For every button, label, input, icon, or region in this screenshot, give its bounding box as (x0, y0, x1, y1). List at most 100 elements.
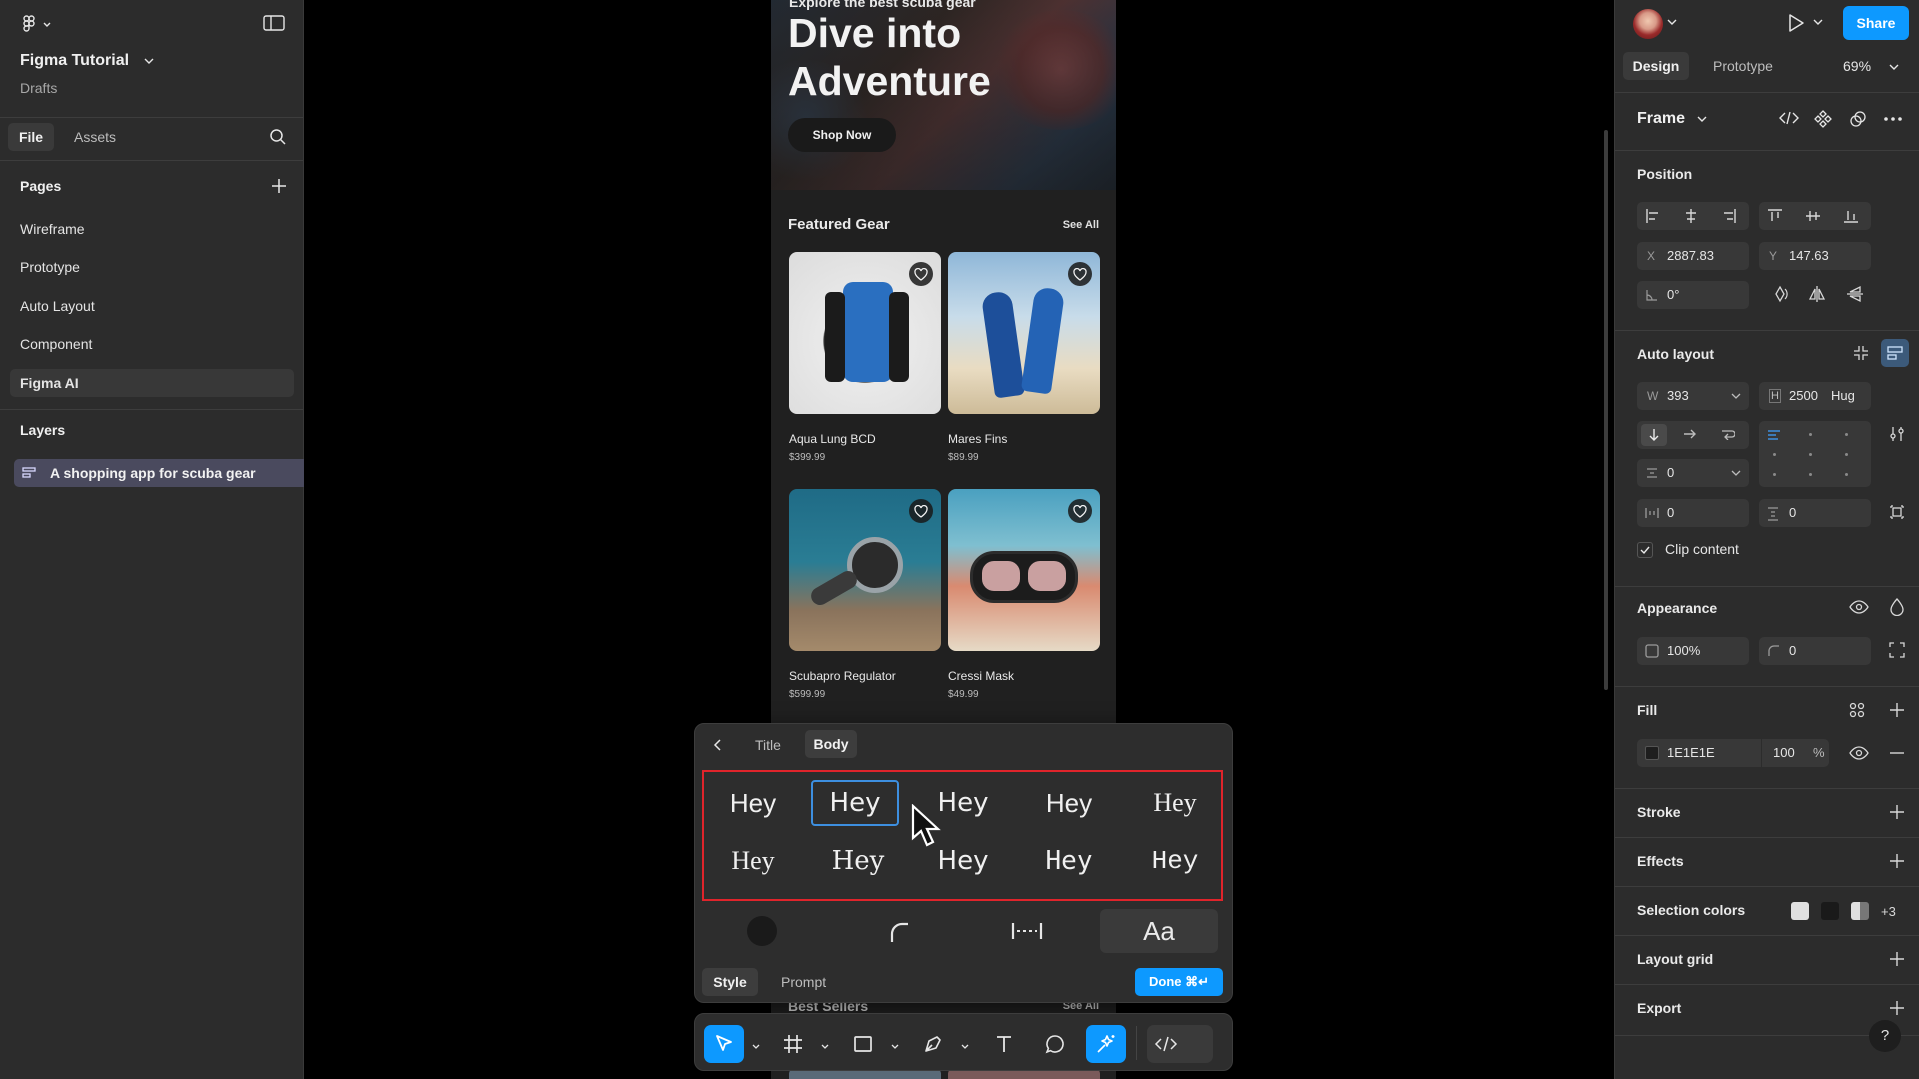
figma-menu-icon[interactable] (18, 12, 58, 36)
tab-body[interactable]: Body (805, 730, 857, 758)
wrap-icon[interactable] (1721, 428, 1735, 440)
y-position-field[interactable]: Y 147.63 (1759, 242, 1871, 270)
chevron-down-icon[interactable] (1813, 18, 1823, 26)
prompt-tab[interactable]: Prompt (781, 968, 826, 996)
favorite-icon[interactable] (1068, 499, 1092, 523)
gap-field[interactable]: 0 (1637, 459, 1749, 487)
collapse-icon[interactable] (1853, 345, 1869, 361)
flip-horizontal-icon[interactable] (1808, 285, 1826, 303)
width-field[interactable]: W 393 (1637, 382, 1749, 410)
product-image-mask[interactable] (948, 489, 1100, 651)
spacing-icon[interactable] (1009, 918, 1045, 944)
play-icon[interactable] (1785, 12, 1807, 34)
favorite-icon[interactable] (909, 499, 933, 523)
auto-layout-settings-button[interactable] (1881, 339, 1909, 367)
chevron-down-icon[interactable] (1667, 18, 1677, 26)
font-sample[interactable]: Hey (708, 780, 798, 826)
tab-design[interactable]: Design (1623, 52, 1689, 80)
rotation-field[interactable]: 0° (1637, 281, 1749, 309)
add-fill-icon[interactable] (1889, 702, 1905, 718)
font-sample-selected[interactable]: Hey (811, 780, 899, 826)
style-tab[interactable]: Style (702, 968, 758, 996)
page-item-prototype[interactable]: Prototype (10, 253, 294, 281)
help-button[interactable]: ? (1869, 1020, 1901, 1052)
shop-now-button[interactable]: Shop Now (788, 118, 896, 152)
height-field[interactable]: H 2500 Hug (1759, 382, 1871, 410)
page-item-wireframe[interactable]: Wireframe (10, 215, 294, 243)
pen-tool-icon[interactable] (913, 1025, 953, 1063)
chevron-down-icon[interactable] (890, 1038, 900, 1049)
tab-file[interactable]: File (8, 123, 54, 151)
text-tool-icon[interactable] (984, 1025, 1024, 1063)
independent-corners-icon[interactable] (1889, 642, 1905, 658)
add-effect-icon[interactable] (1889, 853, 1905, 869)
search-icon[interactable] (268, 127, 288, 147)
flip-vertical-icon[interactable] (1846, 285, 1864, 303)
back-chevron-icon[interactable] (709, 735, 727, 755)
vertical-padding-field[interactable]: 0 (1759, 499, 1871, 527)
frame-tool-icon[interactable] (773, 1025, 813, 1063)
selection-color-swatch[interactable] (1851, 902, 1869, 920)
blend-mode-icon[interactable] (1889, 598, 1905, 616)
component-icon[interactable] (1814, 110, 1832, 128)
layer-item-frame[interactable]: A shopping app for scuba gear (14, 459, 304, 487)
page-item-figma-ai[interactable]: Figma AI (10, 369, 294, 397)
color-swatch-icon[interactable] (745, 914, 779, 948)
selection-color-swatch[interactable] (1821, 902, 1839, 920)
styles-grid-icon[interactable] (1849, 702, 1865, 718)
font-sample[interactable]: Hey (1130, 838, 1220, 884)
product-image-fins[interactable] (948, 252, 1100, 414)
fill-color-field[interactable]: 1E1E1E 100 % (1637, 739, 1829, 767)
more-options-icon[interactable] (1883, 112, 1903, 126)
favorite-icon[interactable] (1068, 262, 1092, 286)
chevron-down-icon[interactable] (751, 1038, 761, 1049)
corner-radius-icon[interactable] (884, 916, 914, 946)
add-stroke-icon[interactable] (1889, 804, 1905, 820)
align-left-icon[interactable] (1645, 208, 1661, 224)
add-export-icon[interactable] (1889, 1000, 1905, 1016)
comment-tool-icon[interactable] (1035, 1025, 1075, 1063)
tab-prototype[interactable]: Prototype (1713, 52, 1773, 80)
align-bottom-icon[interactable] (1843, 208, 1859, 224)
remove-fill-icon[interactable] (1889, 751, 1905, 755)
alignment-grid[interactable] (1759, 421, 1871, 487)
dev-mode-toggle[interactable] (1147, 1025, 1213, 1063)
fill-swatch[interactable] (1645, 746, 1659, 760)
avatar[interactable] (1633, 9, 1663, 39)
share-button[interactable]: Share (1843, 6, 1909, 40)
individual-padding-icon[interactable] (1889, 504, 1905, 520)
font-sample[interactable]: Hey (1024, 838, 1114, 884)
rectangle-tool-icon[interactable] (843, 1025, 883, 1063)
font-sample[interactable]: Hey (813, 838, 903, 884)
eye-icon[interactable] (1849, 600, 1869, 614)
align-right-icon[interactable] (1721, 208, 1737, 224)
font-sample[interactable]: Hey (1130, 780, 1220, 826)
corner-radius-field[interactable]: 0 (1759, 637, 1871, 665)
move-tool-button[interactable] (704, 1025, 744, 1063)
zoom-dropdown[interactable]: 69% (1843, 52, 1899, 80)
rotate-icon[interactable] (1771, 285, 1789, 303)
typography-button[interactable]: Aa (1100, 909, 1218, 953)
selection-color-swatch[interactable] (1791, 902, 1809, 920)
arrow-down-icon[interactable] (1641, 424, 1667, 446)
favorite-icon[interactable] (909, 262, 933, 286)
done-button[interactable]: Done ⌘↵ (1135, 968, 1223, 996)
file-title[interactable]: Figma Tutorial (20, 52, 154, 70)
add-page-icon[interactable] (270, 177, 288, 195)
align-center-icon[interactable] (1683, 208, 1699, 224)
add-layout-grid-icon[interactable] (1889, 951, 1905, 967)
align-top-icon[interactable] (1767, 208, 1783, 224)
font-sample[interactable]: Hey (1024, 780, 1114, 826)
font-sample[interactable]: Hey (708, 838, 798, 884)
chevron-down-icon[interactable] (820, 1038, 830, 1049)
frame-type-dropdown[interactable]: Frame (1637, 110, 1707, 128)
mask-icon[interactable] (1849, 110, 1867, 128)
layout-options-icon[interactable] (1889, 426, 1905, 442)
sidebar-toggle-icon[interactable] (262, 13, 286, 33)
page-item-component[interactable]: Component (10, 330, 294, 358)
see-all-link[interactable]: See All (1063, 219, 1099, 231)
chevron-down-icon[interactable] (960, 1038, 970, 1049)
horizontal-padding-field[interactable]: 0 (1637, 499, 1749, 527)
tab-assets[interactable]: Assets (74, 123, 116, 151)
code-icon[interactable] (1779, 110, 1799, 126)
